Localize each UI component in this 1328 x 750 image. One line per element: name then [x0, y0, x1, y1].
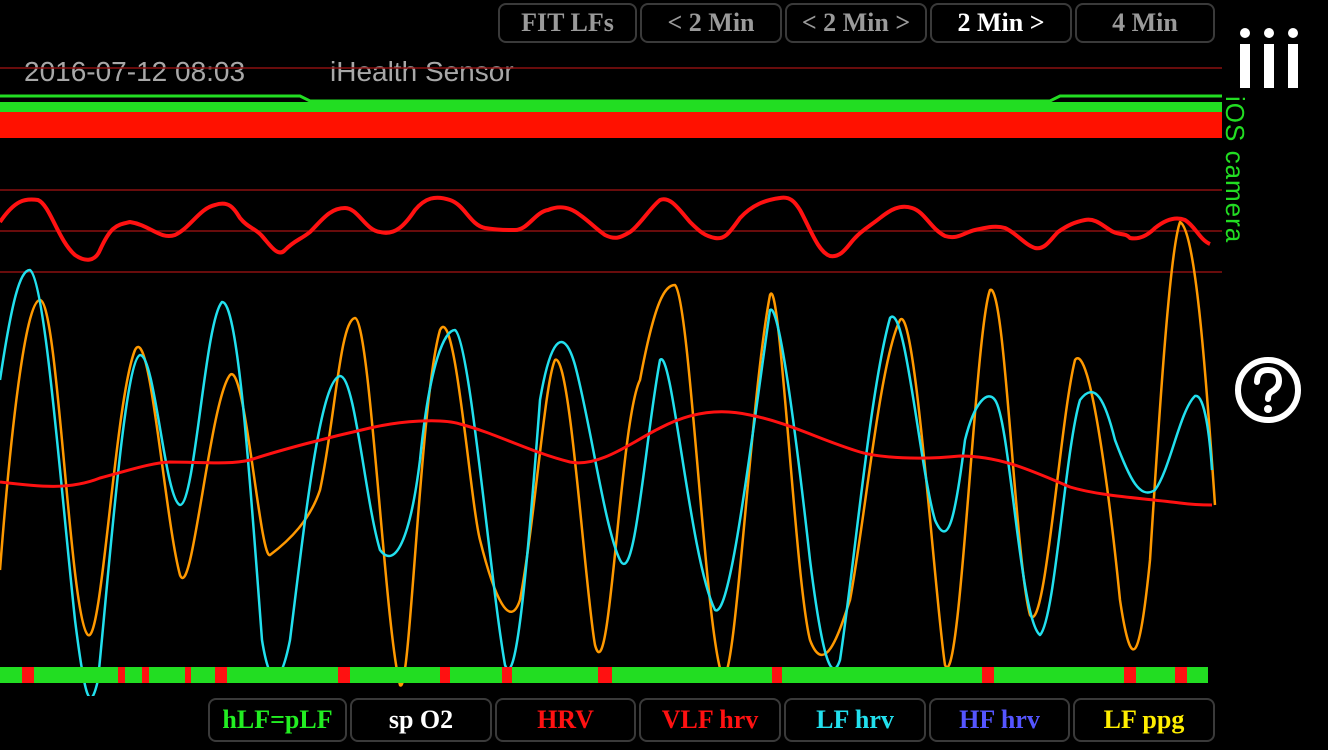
timeline-marker: [22, 667, 34, 683]
legend-hf-hrv-button[interactable]: HF hrv: [929, 698, 1070, 742]
legend-lf-hrv-button[interactable]: LF hrv: [784, 698, 926, 742]
spo2-green-band: [0, 102, 1222, 112]
legend-vlf-hrv-button[interactable]: VLF hrv: [639, 698, 781, 742]
timeline-marker: [118, 667, 125, 683]
timeline-marker: [772, 667, 782, 683]
spo2-red-band: [0, 112, 1222, 138]
series-legend-toolbar: hLF=pLF sp O2 HRV VLF hrv LF hrv HF hrv …: [208, 698, 1218, 742]
timeline-marker: [440, 667, 450, 683]
hrv-waveform-chart: [0, 67, 1222, 696]
timeline-marker: [215, 667, 227, 683]
timeline-marker: [185, 667, 191, 683]
camera-source-label: iOS camera: [1220, 96, 1250, 244]
spo2-green-trace: [0, 94, 1222, 103]
timeline-marker: [502, 667, 512, 683]
timeline-marker: [1124, 667, 1136, 683]
info-bars-icon[interactable]: [1236, 26, 1302, 88]
question-circle-icon[interactable]: [1233, 355, 1303, 425]
legend-hlf-plf-button[interactable]: hLF=pLF: [208, 698, 347, 742]
timeline-marker: [982, 667, 994, 683]
legend-hrv-button[interactable]: HRV: [495, 698, 636, 742]
timeline-marker: [338, 667, 350, 683]
legend-lf-ppg-button[interactable]: LF ppg: [1073, 698, 1215, 742]
lf-ppg-orange-trace: [0, 220, 1217, 687]
vlf-hrv-red-trace: [0, 410, 1213, 507]
timeline-marker: [598, 667, 612, 683]
legend-spo2-button[interactable]: sp O2: [350, 698, 492, 742]
hrv-red-trace: [0, 195, 1211, 262]
timeline-marker: [1175, 667, 1187, 683]
timeline-marker: [142, 667, 149, 683]
